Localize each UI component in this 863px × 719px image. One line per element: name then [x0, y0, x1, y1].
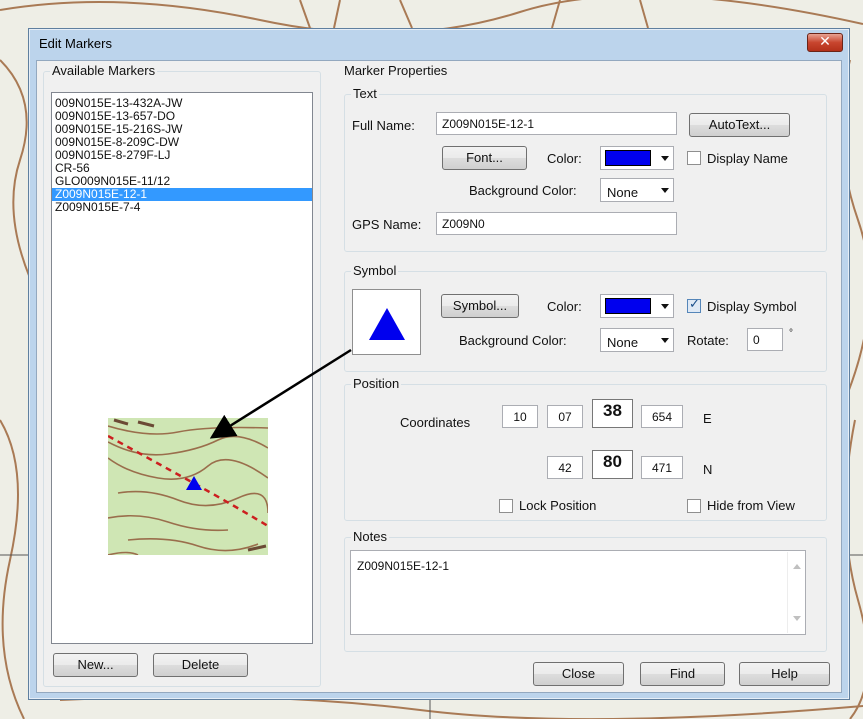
text-bg-color-dropdown[interactable]: None	[600, 178, 674, 202]
symbol-group: Symbol Symbol... Color: ✓ Display Symbol…	[344, 263, 827, 372]
notes-scrollbar[interactable]	[787, 552, 804, 633]
symbol-preview	[352, 289, 421, 355]
full-name-input[interactable]: Z009N015E-12-1	[436, 112, 677, 135]
chevron-down-icon	[661, 338, 669, 343]
text-color-dropdown[interactable]	[600, 146, 674, 170]
new-marker-button[interactable]: New...	[53, 653, 138, 677]
autotext-button[interactable]: AutoText...	[689, 113, 790, 137]
text-legend: Text	[351, 86, 379, 101]
easting-minutes-input[interactable]: 07	[547, 405, 583, 428]
gps-name-input[interactable]: Z009N0	[436, 212, 677, 235]
available-markers-group: Available Markers 009N015E-13-432A-JW 009…	[43, 63, 321, 687]
rotate-input[interactable]: 0	[747, 328, 783, 351]
delete-marker-button[interactable]: Delete	[153, 653, 248, 677]
northing-suffix: N	[703, 462, 713, 477]
scroll-down-icon[interactable]	[793, 616, 801, 621]
easting-units-input[interactable]: 654	[641, 405, 683, 428]
gps-name-label: GPS Name:	[352, 217, 422, 232]
display-name-label: Display Name	[707, 151, 788, 166]
triangle-symbol-icon	[369, 308, 405, 340]
lock-position-label: Lock Position	[519, 498, 597, 513]
symbol-button[interactable]: Symbol...	[441, 294, 519, 318]
marker-preview-map	[108, 418, 268, 555]
display-symbol-label: Display Symbol	[707, 299, 797, 314]
notes-legend: Notes	[351, 529, 389, 544]
northing-thousands-input[interactable]: 80	[592, 450, 633, 479]
symbol-color-dropdown[interactable]	[600, 294, 674, 318]
title-bar: Edit Markers ✕	[29, 29, 849, 59]
edit-markers-dialog: Edit Markers ✕ Available Markers 009N015…	[28, 28, 850, 700]
hide-from-view-checkbox[interactable]	[687, 499, 701, 513]
position-legend: Position	[351, 376, 402, 391]
available-markers-legend: Available Markers	[50, 63, 158, 78]
notes-textarea[interactable]: Z009N015E-12-1	[350, 550, 806, 635]
chevron-down-icon	[661, 156, 669, 161]
text-bg-color-label: Background Color:	[469, 183, 577, 198]
window-title: Edit Markers	[39, 36, 112, 51]
notes-group: Notes Z009N015E-12-1	[344, 529, 827, 652]
symbol-bg-color-label: Background Color:	[459, 333, 567, 348]
chevron-down-icon	[661, 188, 669, 193]
dialog-client: Available Markers 009N015E-13-432A-JW 009…	[36, 60, 842, 693]
text-group: Text Full Name: Z009N015E-12-1 AutoText.…	[344, 86, 827, 252]
display-name-checkbox[interactable]	[687, 151, 701, 165]
window-close-button[interactable]: ✕	[807, 33, 843, 52]
full-name-label: Full Name:	[352, 118, 415, 133]
chevron-down-icon	[661, 304, 669, 309]
easting-suffix: E	[703, 411, 712, 426]
symbol-bg-color-dropdown[interactable]: None	[600, 328, 674, 352]
symbol-legend: Symbol	[351, 263, 399, 278]
help-button[interactable]: Help	[739, 662, 830, 686]
northing-units-input[interactable]: 471	[641, 456, 683, 479]
display-symbol-checkbox[interactable]: ✓	[687, 297, 701, 313]
marker-list-item[interactable]: 009N015E-8-279F-LJ	[52, 149, 312, 162]
northing-minutes-input[interactable]: 42	[547, 456, 583, 479]
checkmark-icon: ✓	[689, 297, 700, 312]
easting-thousands-input[interactable]: 38	[592, 399, 633, 428]
text-color-swatch	[605, 150, 651, 166]
notes-text: Z009N015E-12-1	[357, 559, 450, 573]
scroll-up-icon[interactable]	[793, 564, 801, 569]
symbol-bg-color-value: None	[607, 335, 639, 350]
easting-degrees-input[interactable]: 10	[502, 405, 538, 428]
position-group: Position Coordinates 10 07 38 654 E 42 8…	[344, 376, 827, 521]
text-color-label: Color:	[547, 151, 582, 166]
degree-symbol: °	[789, 328, 793, 339]
markers-list[interactable]: 009N015E-13-432A-JW 009N015E-13-657-DO 009…	[51, 92, 313, 644]
symbol-color-label: Color:	[547, 299, 582, 314]
lock-position-checkbox[interactable]	[499, 499, 513, 513]
font-button[interactable]: Font...	[442, 146, 527, 170]
marker-properties-legend: Marker Properties	[342, 63, 450, 78]
text-bg-color-value: None	[607, 185, 639, 200]
coordinates-label: Coordinates	[400, 415, 471, 430]
marker-list-item[interactable]: Z009N015E-7-4	[52, 201, 312, 214]
close-button[interactable]: Close	[533, 662, 624, 686]
hide-from-view-label: Hide from View	[707, 498, 795, 513]
symbol-color-swatch	[605, 298, 651, 314]
rotate-label: Rotate:	[687, 333, 729, 348]
find-button[interactable]: Find	[640, 662, 725, 686]
